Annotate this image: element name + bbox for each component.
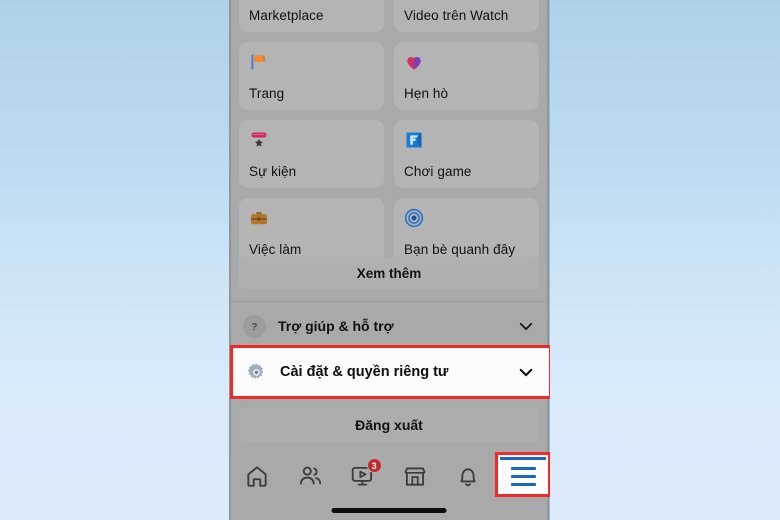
briefcase-icon	[249, 207, 374, 229]
radar-icon	[404, 207, 529, 229]
active-tab-indicator	[500, 457, 546, 460]
shortcut-tile-nearby[interactable]: Bạn bè quanh đây	[394, 198, 539, 266]
phone-right-edge	[547, 0, 550, 520]
shortcut-tile-pages[interactable]: Trang	[239, 42, 384, 110]
nav-item-watch[interactable]: 3	[336, 452, 389, 500]
home-icon	[247, 466, 267, 487]
section-divider	[231, 301, 547, 302]
see-more-button[interactable]: Xem thêm	[239, 257, 539, 289]
hamburger-line	[510, 467, 536, 470]
menu-tab-highlight	[495, 452, 550, 497]
chevron-down-icon[interactable]	[519, 322, 533, 331]
hamburger-line	[510, 483, 536, 486]
shortcut-tile-watch[interactable]: Video trên Watch	[394, 0, 539, 32]
shortcut-tile-gaming[interactable]: Chơi game	[394, 120, 539, 188]
shortcut-label: Sự kiện	[249, 164, 297, 179]
chevron-down-icon[interactable]	[519, 368, 533, 377]
shortcut-tile-events[interactable]: Sự kiện	[239, 120, 384, 188]
shortcut-label: Việc làm	[249, 242, 302, 257]
nav-item-notifications[interactable]	[442, 452, 495, 500]
shortcut-grid: Marketplace Video trên Watch Trang Hẹn h…	[231, 0, 547, 266]
friends-icon	[299, 466, 322, 485]
shortcut-tile-marketplace[interactable]: Marketplace	[239, 0, 384, 32]
gear-icon	[247, 362, 264, 379]
ticket-star-icon	[249, 129, 374, 151]
shortcut-label: Hẹn hò	[404, 86, 449, 101]
shortcut-label: Chơi game	[404, 164, 472, 179]
home-indicator	[331, 508, 447, 513]
row-label: Trợ giúp & hỗ trợ	[278, 318, 394, 334]
question-mark-icon: ?	[243, 314, 266, 338]
gaming-icon	[404, 129, 529, 151]
nav-item-friends[interactable]	[284, 452, 337, 500]
row-settings-and-privacy[interactable]: Cài đặt & quyền riêng tư	[233, 348, 549, 396]
shortcut-label: Marketplace	[249, 8, 324, 23]
shortcut-tile-jobs[interactable]: Việc làm	[239, 198, 384, 266]
notification-badge: 3	[366, 458, 382, 473]
store-icon	[404, 467, 426, 486]
phone-screen: Marketplace Video trên Watch Trang Hẹn h…	[230, 0, 550, 520]
phone-frame: Marketplace Video trên Watch Trang Hẹn h…	[229, 0, 550, 520]
heart-icon	[404, 51, 529, 73]
hamburger-line	[510, 475, 536, 478]
flag-icon	[249, 51, 374, 73]
shortcut-label: Trang	[249, 86, 285, 101]
shortcut-tile-dating[interactable]: Hẹn hò	[394, 42, 539, 110]
nav-item-marketplace[interactable]	[389, 452, 442, 500]
settings-and-privacy-highlight: Cài đặt & quyền riêng tư	[230, 345, 550, 399]
logout-button[interactable]: Đăng xuất	[239, 407, 539, 442]
hamburger-menu-icon[interactable]	[510, 467, 536, 486]
shortcut-label: Video trên Watch	[404, 8, 509, 23]
row-help-and-support[interactable]: ? Trợ giúp & hỗ trợ	[231, 305, 547, 347]
shortcut-label: Bạn bè quanh đây	[404, 242, 516, 257]
nav-item-home[interactable]	[231, 452, 284, 500]
svg-text:?: ?	[252, 321, 258, 332]
bell-icon	[460, 468, 476, 487]
row-label: Cài đặt & quyền riêng tư	[280, 364, 449, 380]
